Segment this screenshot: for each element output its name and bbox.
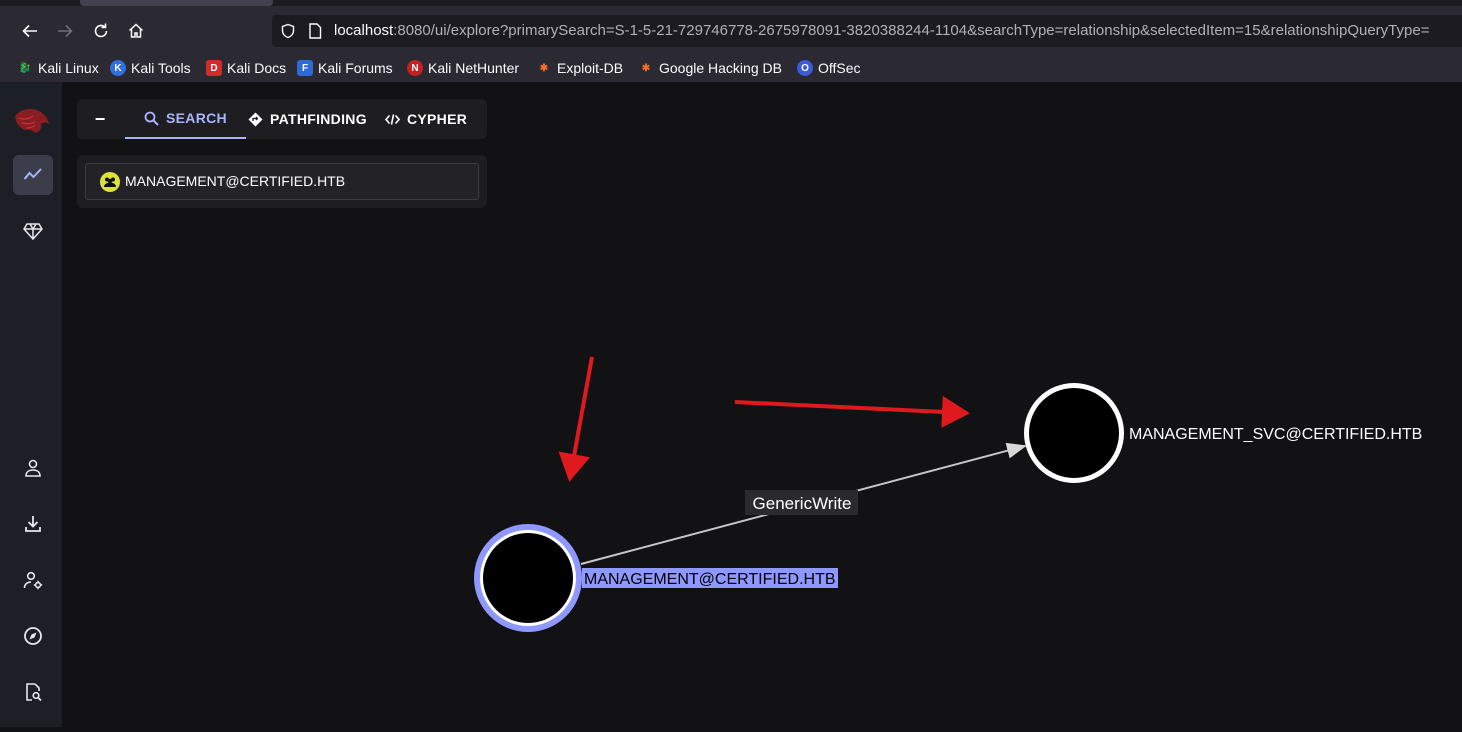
file-search-icon bbox=[26, 683, 42, 702]
source-node-label[interactable]: MANAGEMENT@CERTIFIED.HTB bbox=[584, 571, 836, 588]
bookmark-kali-nethunter[interactable]: N Kali NetHunter bbox=[407, 58, 519, 78]
download-collectors-nav-button[interactable] bbox=[13, 504, 53, 544]
compass-icon bbox=[24, 627, 42, 645]
administration-nav-button[interactable] bbox=[13, 560, 53, 600]
ghdb-icon: ✱ bbox=[641, 62, 651, 74]
url-path: :8080/ui/explore?primarySearch=S-1-5-21-… bbox=[393, 22, 1430, 39]
user-gear-icon bbox=[23, 571, 43, 590]
bookmark-kali-tools[interactable]: K Kali Tools bbox=[110, 58, 191, 78]
graph-svg[interactable]: GenericWrite MANAGEMENT@CERTIFIED.HTB MA… bbox=[62, 82, 1462, 727]
api-explorer-nav-button[interactable] bbox=[13, 616, 53, 656]
annotation-arrow-down bbox=[558, 356, 594, 482]
trend-line-icon bbox=[23, 168, 42, 180]
source-node[interactable] bbox=[483, 533, 573, 623]
left-sidebar bbox=[0, 82, 62, 727]
user-icon bbox=[25, 459, 41, 477]
bookmark-kali-forums[interactable]: F Kali Forums bbox=[297, 58, 393, 78]
bookmark-label: Kali Docs bbox=[227, 60, 287, 76]
browser-navbar: localhost:8080/ui/explore?primarySearch=… bbox=[0, 6, 1462, 56]
url-host: localhost bbox=[334, 22, 394, 39]
bookmark-label: Kali NetHunter bbox=[428, 60, 520, 76]
bloodhound-logo-icon bbox=[15, 108, 49, 133]
tracking-shield-icon[interactable] bbox=[280, 23, 296, 39]
back-arrow-icon bbox=[22, 24, 37, 38]
reload-icon bbox=[94, 23, 108, 38]
nethunter-icon: N bbox=[407, 60, 423, 76]
gem-icon bbox=[23, 223, 43, 241]
kali-dragon-icon: 🐉 bbox=[18, 62, 32, 74]
profile-nav-button[interactable] bbox=[13, 448, 53, 488]
page-info-icon[interactable] bbox=[308, 23, 322, 39]
exploit-db-icon: ✱ bbox=[539, 62, 549, 74]
target-node-label[interactable]: MANAGEMENT_SVC@CERTIFIED.HTB bbox=[1129, 426, 1422, 443]
annotation-arrow-right bbox=[734, 395, 970, 428]
bookmark-offsec[interactable]: O OffSec bbox=[797, 58, 861, 78]
forward-arrow-icon bbox=[58, 24, 73, 38]
edge-label[interactable]: GenericWrite bbox=[753, 494, 852, 513]
url-text[interactable]: localhost:8080/ui/explore?primarySearch=… bbox=[334, 22, 1429, 39]
bloodhound-app: − SEARCH PATHFINDING CYPHER MANAGEMENT@C… bbox=[0, 82, 1462, 727]
bookmark-label: Kali Forums bbox=[318, 60, 393, 76]
kali-tools-icon: K bbox=[110, 60, 126, 76]
url-bar[interactable]: localhost:8080/ui/explore?primarySearch=… bbox=[272, 15, 1462, 47]
bookmarks-toolbar: 🐉 Kali Linux K Kali Tools D Kali Docs F … bbox=[0, 56, 1462, 82]
bookmark-kali-docs[interactable]: D Kali Docs bbox=[206, 58, 286, 78]
home-button[interactable] bbox=[121, 16, 151, 46]
bookmark-exploit-db[interactable]: ✱ Exploit-DB bbox=[536, 58, 623, 78]
bookmark-kali-linux[interactable]: 🐉 Kali Linux bbox=[17, 58, 99, 78]
graph-canvas[interactable]: GenericWrite MANAGEMENT@CERTIFIED.HTB MA… bbox=[62, 82, 1462, 727]
kali-forums-icon: F bbox=[297, 60, 313, 76]
group-management-nav-button[interactable] bbox=[13, 211, 53, 251]
offsec-icon: O bbox=[797, 60, 813, 76]
target-node[interactable] bbox=[1029, 388, 1119, 478]
bookmark-label: Exploit-DB bbox=[557, 60, 624, 76]
bookmark-label: Kali Tools bbox=[131, 60, 191, 76]
bookmark-google-hacking-db[interactable]: ✱ Google Hacking DB bbox=[638, 58, 782, 78]
back-button[interactable] bbox=[15, 16, 45, 46]
home-icon bbox=[128, 23, 144, 38]
reload-button[interactable] bbox=[86, 16, 116, 46]
bookmark-label: Google Hacking DB bbox=[659, 60, 782, 76]
bookmark-label: Kali Linux bbox=[38, 60, 99, 76]
documentation-nav-button[interactable] bbox=[13, 672, 53, 712]
bookmark-label: OffSec bbox=[818, 60, 861, 76]
download-icon bbox=[25, 516, 41, 532]
explore-nav-button[interactable] bbox=[13, 155, 53, 195]
kali-docs-icon: D bbox=[206, 60, 222, 76]
forward-button[interactable] bbox=[50, 16, 80, 46]
